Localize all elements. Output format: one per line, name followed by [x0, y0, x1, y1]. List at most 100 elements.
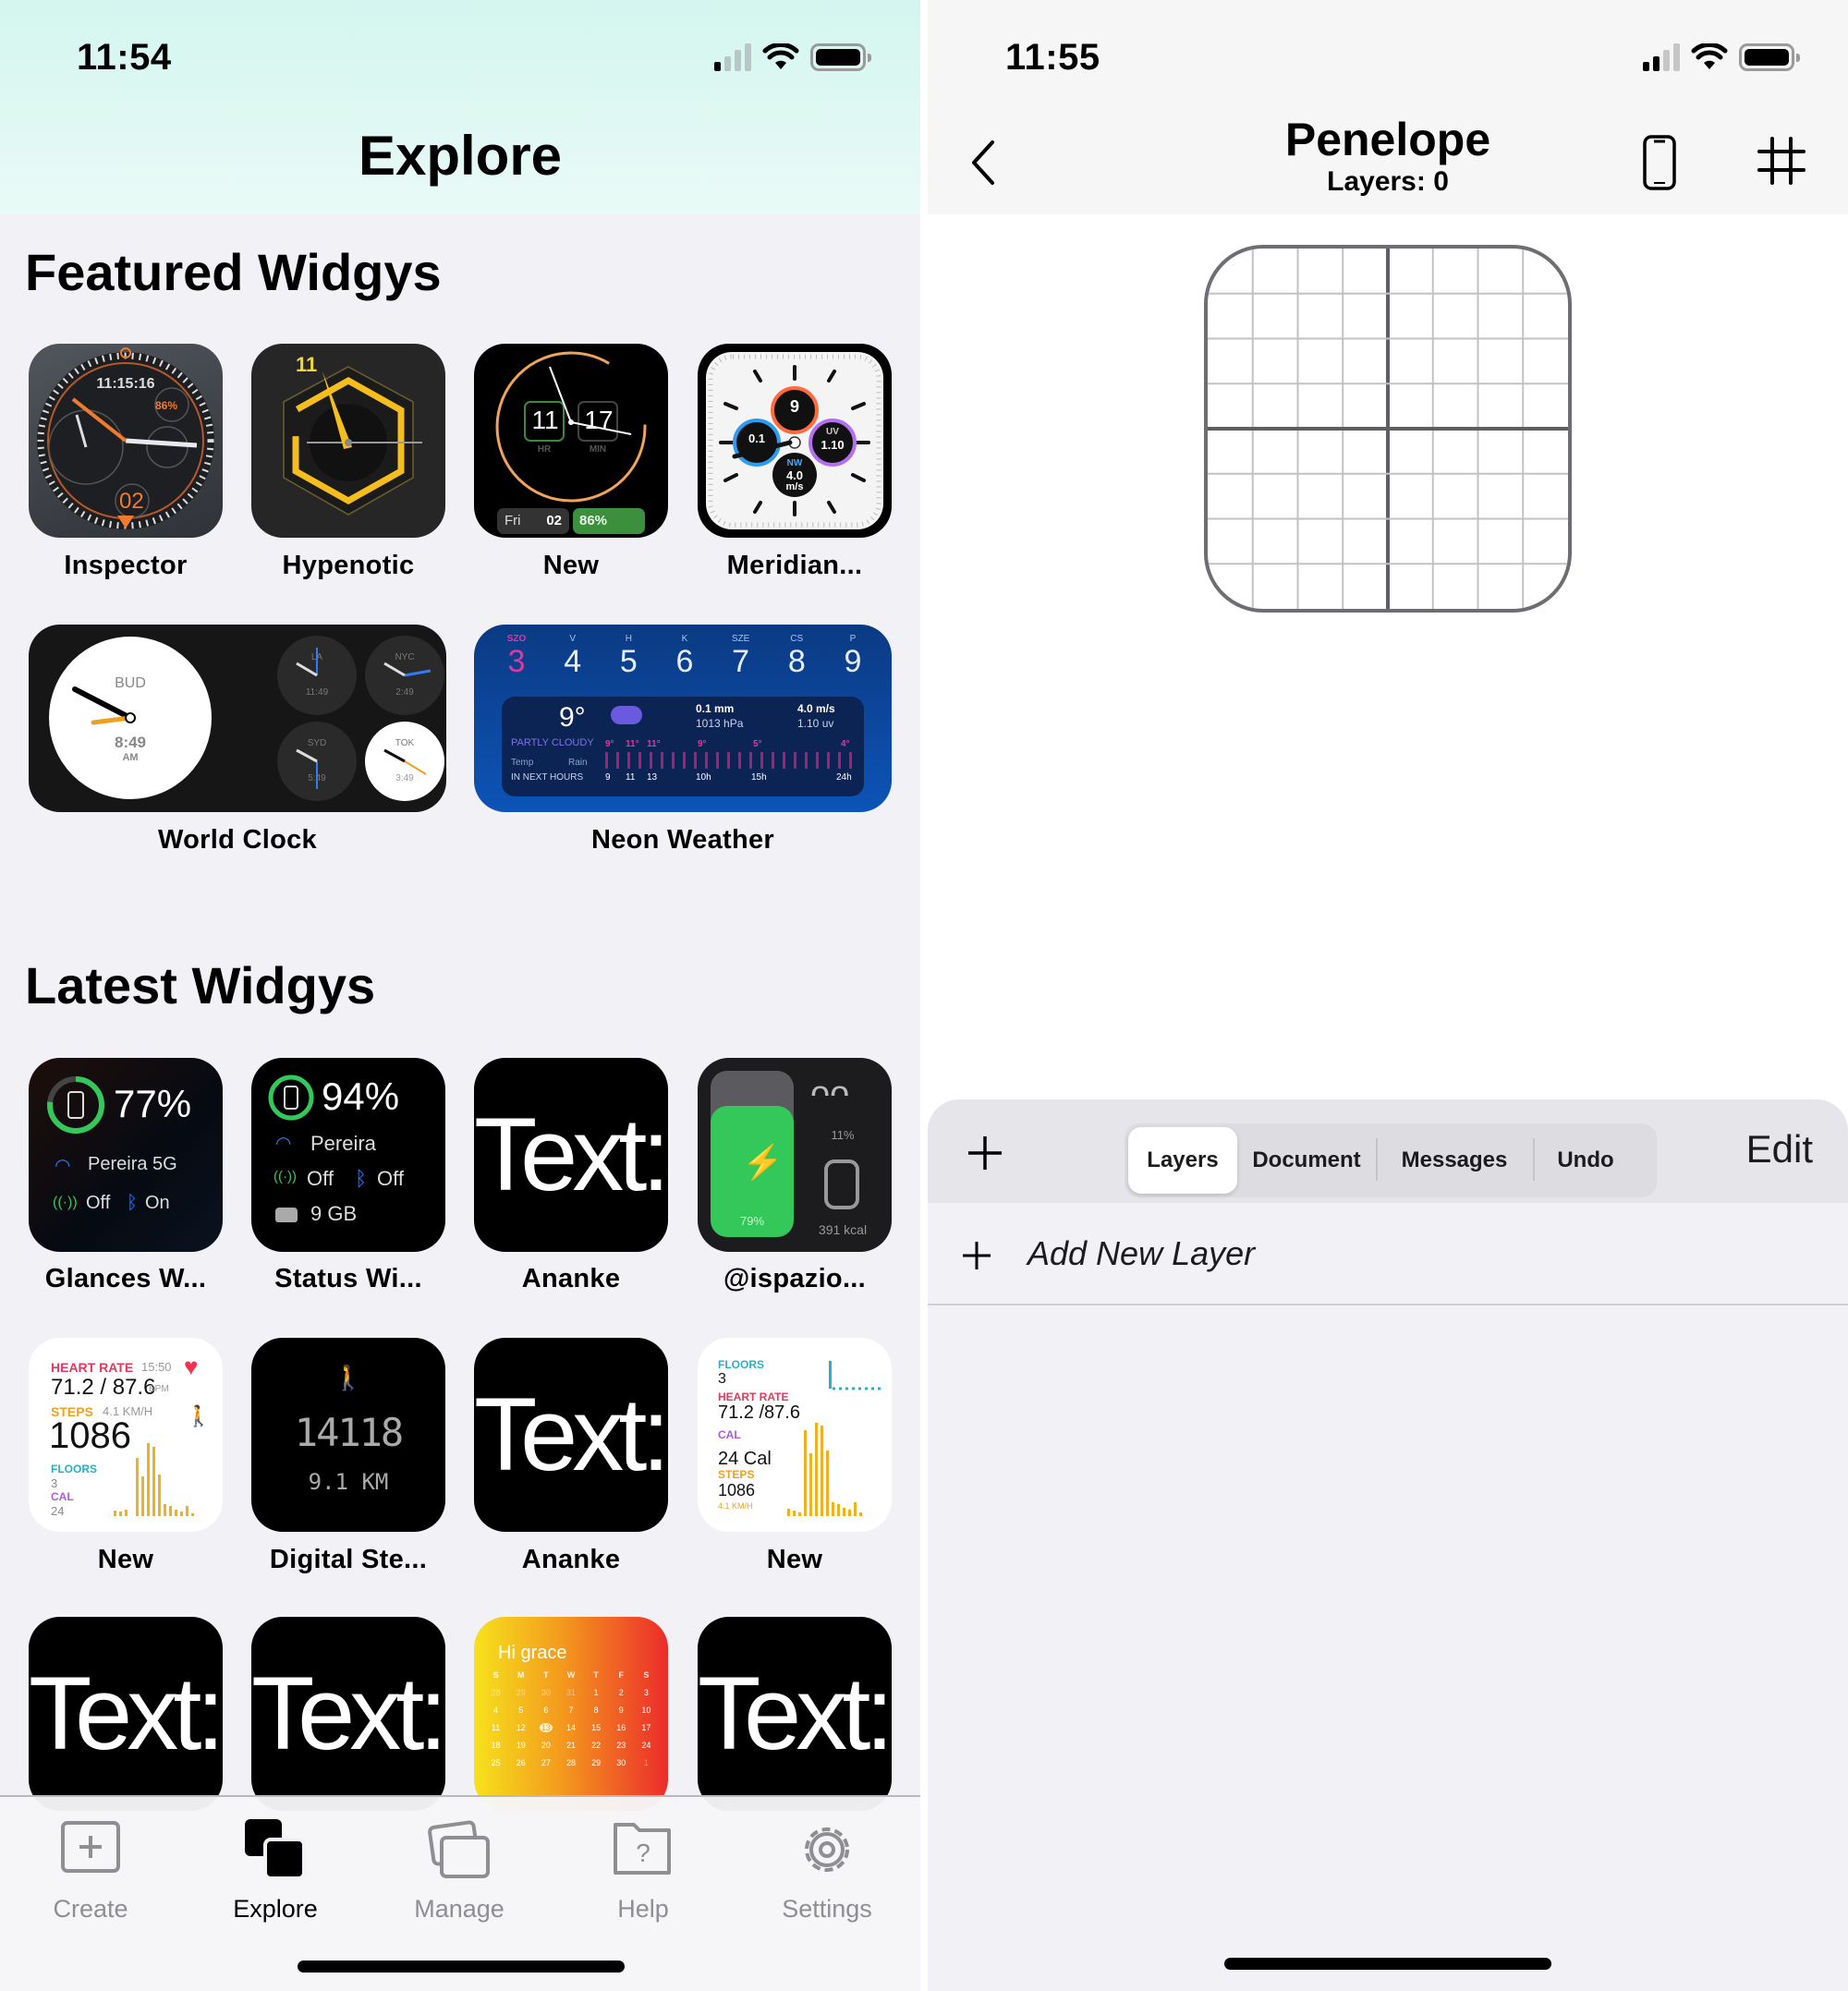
widget-tile-neon-weather[interactable]: SZO 3 V4 H5 K6 SZE 7 CS 8 P9 9° 0.1 mm 1013…	[474, 625, 892, 812]
widget-label-new-health-2[interactable]: New	[684, 1545, 906, 1575]
neon-condition: PARTLY CLOUDY	[511, 737, 594, 748]
tab-label: Create	[53, 1895, 128, 1923]
neon-wind: 4.0 m/s	[797, 702, 835, 715]
home-indicator[interactable]	[298, 1961, 625, 1973]
calendar-day: 28	[491, 1688, 501, 1697]
calendar-day: 21	[565, 1741, 576, 1750]
widget-tile-ananke[interactable]: Text:	[474, 1058, 668, 1252]
tab-document[interactable]: Document	[1239, 1123, 1374, 1197]
tab-undo[interactable]: Undo	[1535, 1123, 1636, 1197]
grid-toggle-button[interactable]	[1756, 135, 1807, 187]
widget-tile-glances[interactable]: 77% ◠ Pereira 5G ((·)) Off ᛒ On	[29, 1058, 223, 1252]
world-clock-city-time: 3:49	[395, 773, 414, 783]
world-clock-main-city: BUD	[115, 675, 146, 691]
widget-label-inspector[interactable]: Inspector	[15, 551, 237, 581]
tab-explore[interactable]: Explore	[197, 1817, 354, 1924]
widget-canvas[interactable]	[1204, 245, 1572, 613]
calendar-day: 18	[491, 1741, 501, 1750]
widget-tile-text-3[interactable]: Text:	[698, 1617, 892, 1811]
widget-label-ananke[interactable]: Ananke	[460, 1264, 682, 1294]
widget-label-neon-weather[interactable]: Neon Weather	[474, 825, 892, 856]
tab-label: Settings	[782, 1895, 872, 1923]
calendar-day: 29	[591, 1758, 602, 1767]
glances-battery: 77%	[114, 1082, 192, 1125]
calendar-day: 1	[593, 1688, 599, 1697]
widget-label-new-clock[interactable]: New	[460, 551, 682, 581]
bluetooth-icon: ᛒ	[355, 1167, 368, 1190]
widget-tile-new-clock[interactable]: 11 17 HR MIN Fri 02 86%	[474, 344, 668, 538]
inspector-date: 02	[119, 489, 144, 514]
neon-weather-detail-card: 9° 0.1 mm 1013 hPa 4.0 m/s 1.10 uv PARTL…	[502, 697, 864, 796]
widget-tile-status[interactable]: 94% ◠ Pereira ((·)) Off ᛒ Off 9 GB	[251, 1058, 445, 1252]
status-wifi: Pereira	[310, 1132, 376, 1155]
plus-icon	[968, 1136, 1002, 1170]
calendar-day: 28	[565, 1758, 576, 1767]
calendar-day: 20	[541, 1741, 551, 1750]
tab-manage[interactable]: Manage	[381, 1817, 538, 1924]
home-indicator[interactable]	[1224, 1958, 1551, 1970]
add-new-layer-label: Add New Layer	[1027, 1234, 1256, 1272]
settings-icon	[795, 1817, 859, 1882]
widget-tile-new-health[interactable]: HEART RATE 15:50 ♥ 71.2 / 87.6 BPM STEPS…	[29, 1338, 223, 1532]
calendar-weekday: T	[543, 1670, 549, 1680]
world-clock-main-time: 8:49	[114, 734, 147, 751]
widget-tile-world-clock[interactable]: BUD 8:49 AM LA NYC SYD TOK 11:49 2:49 5:…	[29, 625, 446, 812]
new-clock-battery-pill: 86%	[573, 508, 645, 534]
tab-create[interactable]: Create	[12, 1817, 169, 1924]
widget-label-glances[interactable]: Glances W...	[15, 1264, 237, 1294]
phone-battery-value: 79%	[739, 1214, 765, 1228]
cal-value: 24	[51, 1504, 65, 1518]
widget-label-new-health[interactable]: New	[15, 1545, 237, 1575]
cellular-icon: ((·))	[274, 1169, 297, 1184]
widget-tile-hypenotic[interactable]: 11	[251, 344, 445, 538]
heart-icon: ♥	[184, 1353, 199, 1380]
svg-text:?: ?	[636, 1839, 650, 1867]
manage-icon	[427, 1817, 492, 1882]
widget-label-ananke-2[interactable]: Ananke	[460, 1545, 682, 1575]
tab-label: Manage	[414, 1895, 505, 1923]
widget-label-meridian[interactable]: Meridian...	[684, 551, 906, 581]
widget-label-ispazio[interactable]: @ispazio...	[684, 1264, 906, 1294]
steps-title: STEPS	[718, 1468, 755, 1481]
widget-tile-text-1[interactable]: Text:	[29, 1617, 223, 1811]
status-icons	[1643, 43, 1800, 71]
world-clock-city-time: 2:49	[395, 687, 414, 698]
widget-tile-ananke-2[interactable]: Text:	[474, 1338, 668, 1532]
widget-tile-new-health-2[interactable]: FLOORS 3 HEART RATE 71.2 /87.6 CAL 24 Ca…	[698, 1338, 892, 1532]
cellular-signal-icon	[714, 43, 751, 71]
widget-tile-ispazio[interactable]: ⚡ 79% ᴖᴖ 11% 391 kcal	[698, 1058, 892, 1252]
widget-tile-calendar[interactable]: Hi grace S M T W T F S 28 29 30 31 1 2 3 4 5 6 7 8 9 10 11 12 1…	[474, 1617, 668, 1811]
widget-label-hypenotic[interactable]: Hypenotic	[237, 551, 459, 581]
neon-day: CS 8	[787, 634, 806, 679]
wifi-icon	[1691, 43, 1728, 69]
digital-steps-value: 14118	[294, 1410, 404, 1455]
tab-help[interactable]: ? Help	[565, 1817, 722, 1924]
widget-label-world-clock[interactable]: World Clock	[29, 825, 446, 856]
widget-tile-inspector[interactable]: 11:15:16 86% 02	[29, 344, 223, 538]
add-new-layer-row[interactable]: Add New Layer	[928, 1203, 1848, 1305]
bluetooth-icon: ᛒ	[127, 1193, 138, 1213]
calendar-day: 15	[591, 1723, 602, 1732]
meridian-bottom-unit: m/s	[785, 481, 804, 492]
widget-tile-digital-steps[interactable]: 🚶 14118 9.1 KM	[251, 1338, 445, 1532]
meridian-bottom-value: 4.0	[785, 468, 804, 482]
meridian-bottom-dir: NW	[786, 458, 803, 468]
tab-layers[interactable]: Layers	[1128, 1127, 1237, 1194]
meridian-right-value: 1.10	[821, 438, 845, 452]
widget-label-status[interactable]: Status Wi...	[237, 1264, 459, 1294]
widget-tile-meridian[interactable]: 9 0.1 UV 1.10 NW 4.0 m/s	[698, 344, 892, 538]
new-clock-min-label: MIN	[589, 444, 607, 455]
widget-label-digital-steps[interactable]: Digital Ste...	[237, 1545, 459, 1575]
battery-icon	[810, 43, 871, 71]
tab-settings[interactable]: Settings	[748, 1817, 906, 1924]
wifi-icon: ◠	[275, 1134, 292, 1154]
neon-uv: 1.10 uv	[797, 717, 834, 730]
widget-tile-text-2[interactable]: Text:	[251, 1617, 445, 1811]
featured-section-title: Featured Widgys	[25, 243, 442, 301]
device-preview-button[interactable]	[1641, 134, 1678, 191]
edit-button[interactable]: Edit	[1746, 1127, 1813, 1172]
sheet-toolbar: Layers Document Messages Undo Edit	[928, 1099, 1848, 1203]
add-button[interactable]	[967, 1135, 1003, 1172]
editor-screen: 11:55 Penelope Layers: 0 Layers Document…	[928, 0, 1848, 1991]
tab-messages[interactable]: Messages	[1378, 1123, 1531, 1197]
